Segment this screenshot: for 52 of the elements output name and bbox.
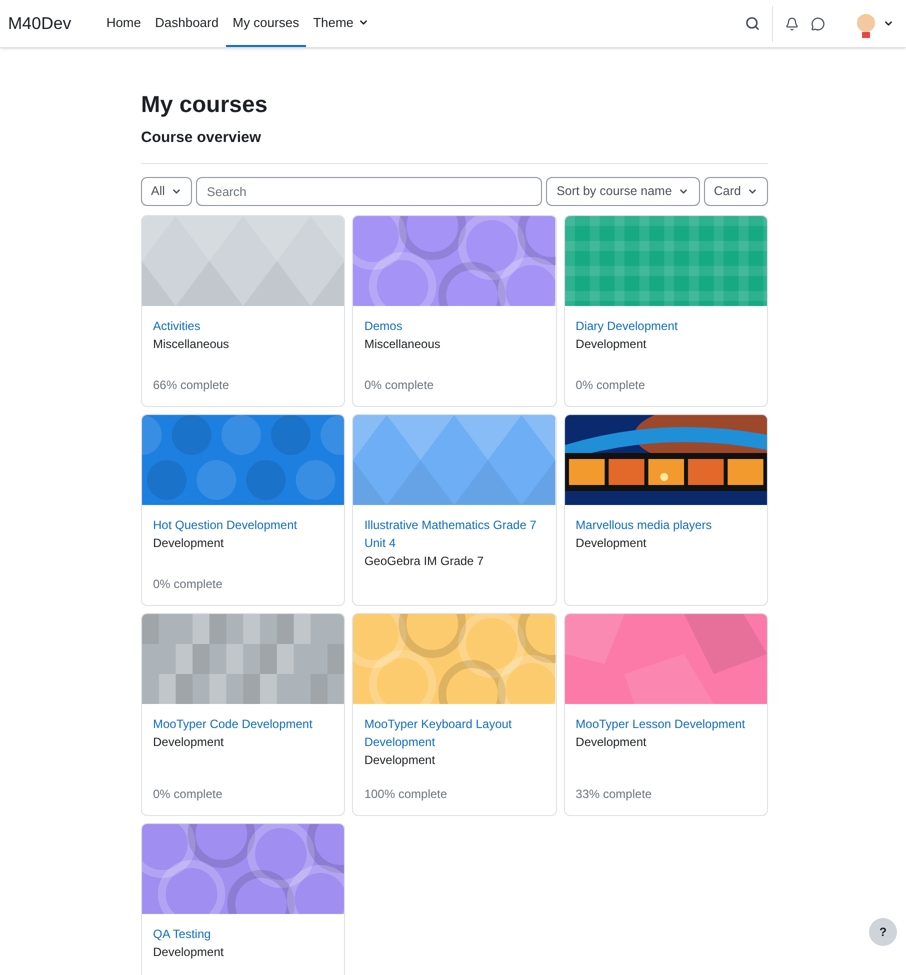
message-icon[interactable] — [811, 16, 825, 30]
nav-tab[interactable]: My courses — [226, 0, 306, 47]
course-category: Miscellaneous — [364, 336, 442, 354]
course-category: Development — [153, 734, 225, 752]
page-title: My courses — [141, 90, 269, 119]
course-link[interactable]: Hot Question Development — [153, 516, 334, 534]
notification-icon[interactable] — [785, 16, 799, 30]
course-category: Miscellaneous — [153, 336, 230, 354]
course-link[interactable]: MooTyper Lesson Development — [576, 715, 756, 734]
nav-tab[interactable]: Home — [99, 0, 148, 47]
course-card[interactable]: MooTyper Keyboard Layout Development Development 100% complete — [352, 613, 557, 816]
course-card[interactable]: MooTyper Code Development Development 0% complete — [141, 613, 346, 816]
search-icon[interactable] — [745, 16, 760, 31]
course-category: Development — [153, 944, 225, 962]
course-card[interactable]: QA Testing Development — [141, 823, 346, 975]
course-card[interactable]: Activities Miscellaneous 66% complete — [141, 215, 346, 408]
course-card[interactable]: Demos Miscellaneous 0% complete — [352, 215, 557, 408]
course-link[interactable]: Activities — [153, 317, 334, 336]
course-link[interactable]: MooTyper Keyboard Layout Development — [364, 715, 545, 752]
site-brand[interactable]: M40Dev — [8, 10, 72, 36]
section-title: Course overview — [141, 126, 768, 164]
course-link[interactable]: Illustrative Mathematics Grade 7 Unit 4 — [364, 516, 545, 552]
progress-text: 66% complete — [153, 377, 230, 394]
course-card[interactable]: Illustrative Mathematics Grade 7 Unit 4 GeoGebra IM Grade 7 — [352, 414, 557, 606]
course-card[interactable]: MooTyper Lesson Development Development 33% complete — [564, 613, 768, 816]
nav-tab[interactable]: Dashboard — [148, 0, 226, 47]
course-link[interactable]: Demos — [364, 317, 545, 336]
progress-text: 33% complete — [576, 786, 653, 804]
progress-text: 0% complete — [153, 786, 224, 804]
course-category: Development — [576, 336, 648, 354]
course-category: Development — [576, 734, 648, 752]
grouping-dropdown[interactable]: All — [141, 177, 192, 206]
nav-tab[interactable]: Theme — [306, 0, 376, 47]
view-dropdown[interactable]: Card — [704, 177, 768, 206]
progress-text: 0% complete — [576, 377, 646, 394]
progress-text: 0% complete — [153, 576, 224, 594]
course-category: Development — [364, 752, 436, 770]
search-field[interactable]: Search — [196, 177, 542, 206]
progress-text: 100% complete — [364, 786, 448, 804]
course-link[interactable]: QA Testing — [153, 925, 334, 944]
progress-text: 0% complete — [364, 377, 435, 394]
course-link[interactable]: Diary Development — [576, 317, 756, 336]
course-category: Development — [153, 535, 225, 552]
sort-dropdown[interactable]: Sort by course name — [546, 177, 700, 206]
course-category: Development — [576, 535, 648, 552]
course-category: GeoGebra IM Grade 7 — [364, 553, 485, 570]
course-card[interactable]: Hot Question Development Development 0% complete — [141, 414, 346, 606]
course-link[interactable]: MooTyper Code Development — [153, 715, 334, 734]
course-card[interactable]: Marvellous media players Development — [564, 414, 768, 606]
help-button[interactable]: ? — [869, 918, 897, 946]
course-link[interactable]: Marvellous media players — [576, 516, 756, 534]
course-card[interactable]: Diary Development Development 0% complete — [564, 215, 768, 408]
